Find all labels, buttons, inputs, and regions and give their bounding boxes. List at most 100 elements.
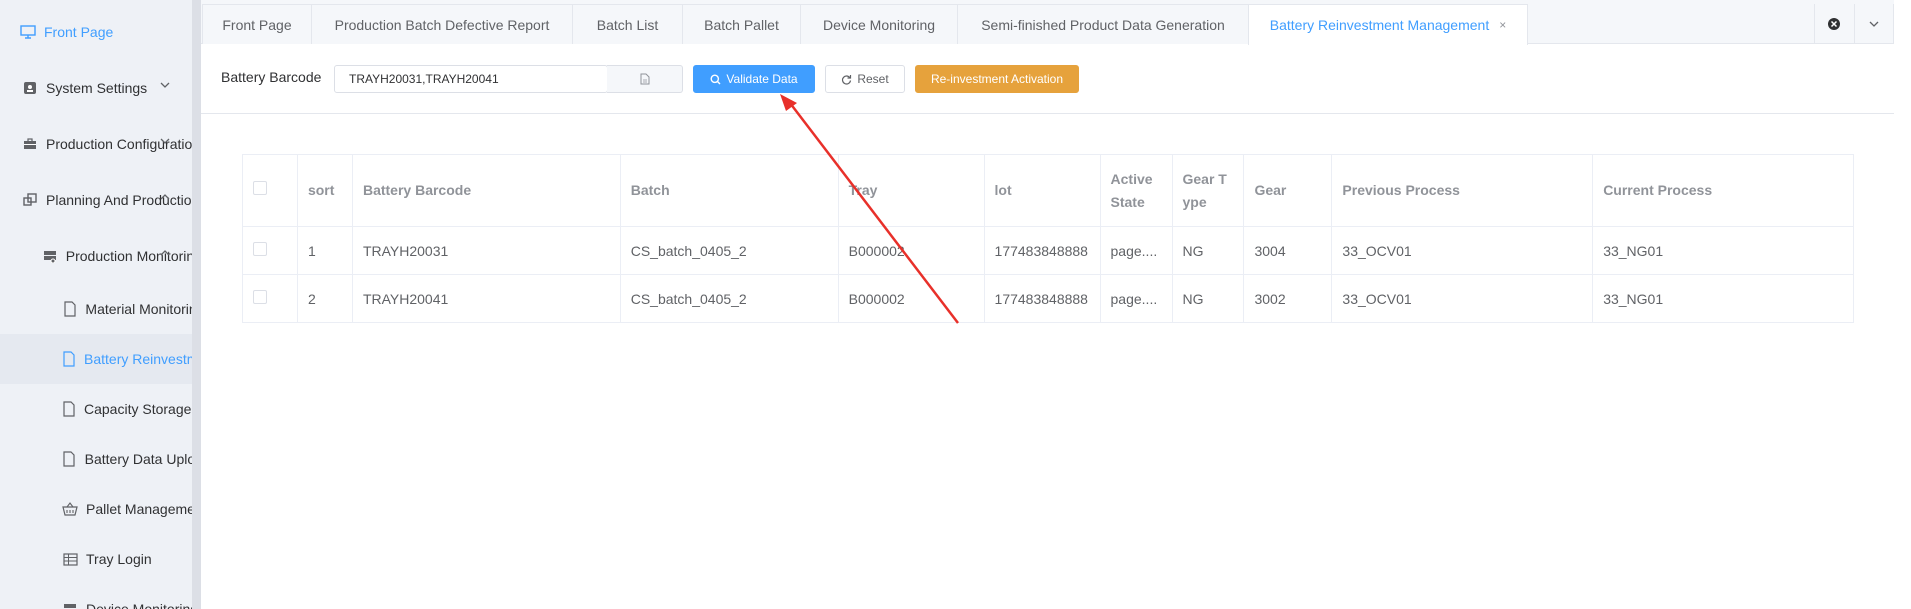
table-cell: 1 [297, 226, 353, 275]
tab-label: Battery Reinvestment Management [1269, 17, 1490, 33]
sidebar-item-planning-and-production[interactable]: Planning And Production [0, 175, 200, 225]
column-header-gear-type[interactable]: Gear T ype [1172, 154, 1245, 227]
column-header-battery-barcode[interactable]: Battery Barcode [352, 154, 621, 227]
reset-button[interactable]: Reset [825, 65, 905, 93]
table-cell: TRAYH20041 [352, 274, 621, 323]
tab-bar: Front Page Production Batch Defective Re… [201, 0, 1894, 45]
tab-semi-finished-product-data-generation[interactable]: Semi-finished Product Data Generation [957, 4, 1249, 44]
column-header-current-process[interactable]: Current Process [1592, 154, 1854, 227]
grid-icon [62, 551, 78, 567]
tab-label: Batch List [596, 16, 659, 33]
chevron-down-icon [160, 82, 170, 88]
row-checkbox-cell[interactable] [242, 226, 298, 275]
tabs-menu-chevron-down-icon[interactable] [1855, 4, 1894, 44]
sidebar-item-label: Front Page [44, 24, 114, 40]
table-cell: page.... [1100, 274, 1173, 323]
sidebar-item-device-monitoring[interactable]: Device Monitoring [0, 584, 200, 609]
table-cell: page.... [1100, 226, 1173, 275]
table-cell: 2 [297, 274, 353, 323]
chevron-up-icon [160, 194, 170, 200]
tab-label: Semi-finished Product Data Generation [981, 16, 1225, 33]
sidebar-item-label: Pallet Management [86, 501, 200, 517]
document-icon [62, 301, 77, 317]
validate-data-button[interactable]: Validate Data [693, 65, 815, 93]
sidebar-item-label: Device Monitoring [86, 601, 199, 609]
tab-label: Batch Pallet [704, 16, 779, 33]
document-icon [62, 401, 76, 417]
table-cell: CS_batch_0405_2 [620, 226, 839, 275]
copy-icon [22, 192, 38, 208]
battery-table: sort Battery Barcode Batch Tray lot Acti… [242, 154, 1854, 323]
refresh-icon [841, 74, 852, 85]
select-all-checkbox-cell[interactable] [242, 154, 298, 227]
sidebar-item-battery-data-upload[interactable]: Battery Data Upload [0, 434, 200, 484]
row-checkbox[interactable] [253, 242, 267, 256]
tab-front-page[interactable]: Front Page [202, 4, 312, 44]
sidebar-item-battery-reinvestment[interactable]: Battery Reinvestment [0, 334, 200, 384]
table-cell: TRAYH20031 [352, 226, 621, 275]
tab-device-monitoring[interactable]: Device Monitoring [800, 4, 958, 44]
row-checkbox-cell[interactable] [242, 274, 298, 323]
sidebar-item-label: Battery Data Upload [84, 451, 200, 467]
search-toolbar: Battery Barcode Validate Data Reset Re-i… [201, 44, 1894, 114]
select-all-checkbox[interactable] [253, 181, 267, 195]
upload-file-button[interactable] [607, 65, 683, 93]
table-row[interactable]: 2 TRAYH20041 CS_batch_0405_2 B000002 177… [242, 274, 1854, 323]
column-header-tray[interactable]: Tray [838, 154, 985, 227]
tab-batch-list[interactable]: Batch List [572, 4, 683, 44]
table-cell: 33_NG01 [1592, 226, 1854, 275]
reinvestment-activation-button[interactable]: Re-investment Activation [915, 65, 1079, 93]
document-icon [62, 451, 77, 467]
sidebar-item-front-page[interactable]: Front Page [0, 7, 200, 57]
tab-tools [1814, 4, 1894, 44]
table-header-row: sort Battery Barcode Batch Tray lot Acti… [242, 154, 1854, 227]
briefcase-icon [22, 136, 38, 152]
file-icon [640, 73, 649, 85]
column-header-active-state[interactable]: Active State [1100, 154, 1173, 227]
column-header-lot[interactable]: lot [984, 154, 1101, 227]
column-header-batch[interactable]: Batch [620, 154, 839, 227]
monitor-icon [20, 24, 36, 40]
table-cell: B000002 [838, 226, 985, 275]
sidebar-scrollbar[interactable] [192, 0, 200, 609]
tab-close-icon[interactable]: × [1499, 18, 1506, 32]
sidebar-item-capacity-storage[interactable]: Capacity Storage Loc [0, 384, 200, 434]
sidebar: Front Page System Settings Production Co… [0, 0, 200, 609]
battery-barcode-input[interactable] [334, 65, 608, 93]
sidebar-item-system-settings[interactable]: System Settings [0, 63, 200, 113]
basket-icon [62, 501, 78, 517]
table-row[interactable]: 1 TRAYH20031 CS_batch_0405_2 B000002 177… [242, 226, 1854, 275]
table-cell: 33_OCV01 [1331, 274, 1594, 323]
table-cell: 33_NG01 [1592, 274, 1854, 323]
sidebar-item-label: Battery Reinvestment [84, 351, 200, 367]
sidebar-item-label: Production Configuration [45, 136, 200, 152]
column-header-gear[interactable]: Gear [1243, 154, 1333, 227]
tab-label: Device Monitoring [822, 16, 936, 33]
table-cell: B000002 [838, 274, 985, 323]
battery-barcode-label: Battery Barcode [221, 69, 322, 85]
button-label: Re-investment Activation [930, 72, 1064, 86]
lock-icon [22, 80, 38, 96]
table-cell: NG [1172, 274, 1245, 323]
column-header-previous-process[interactable]: Previous Process [1331, 154, 1594, 227]
row-checkbox[interactable] [253, 290, 267, 304]
chevron-down-icon [160, 138, 170, 144]
button-label: Reset [857, 72, 889, 86]
tab-production-batch-defective-report[interactable]: Production Batch Defective Report [311, 4, 573, 44]
tab-label: Production Batch Defective Report [334, 16, 550, 33]
tab-battery-reinvestment-management[interactable]: Battery Reinvestment Management × [1248, 4, 1528, 45]
sidebar-item-production-monitoring[interactable]: Production Monitoring [0, 231, 200, 281]
table-cell: 177483848888 [984, 226, 1101, 275]
tab-batch-pallet[interactable]: Batch Pallet [682, 4, 801, 44]
sidebar-item-material-monitoring[interactable]: Material Monitoring [0, 284, 200, 334]
button-label: Validate Data [726, 72, 798, 86]
chevron-up-icon [160, 250, 170, 256]
sidebar-item-pallet-management[interactable]: Pallet Management [0, 484, 200, 534]
table-cell: 33_OCV01 [1331, 226, 1594, 275]
sidebar-item-production-configuration[interactable]: Production Configuration [0, 119, 200, 169]
document-icon [62, 351, 76, 367]
close-all-tabs-icon[interactable] [1815, 4, 1855, 44]
sidebar-item-tray-login[interactable]: Tray Login [0, 534, 200, 584]
table-cell: 177483848888 [984, 274, 1101, 323]
column-header-sort[interactable]: sort [297, 154, 353, 227]
